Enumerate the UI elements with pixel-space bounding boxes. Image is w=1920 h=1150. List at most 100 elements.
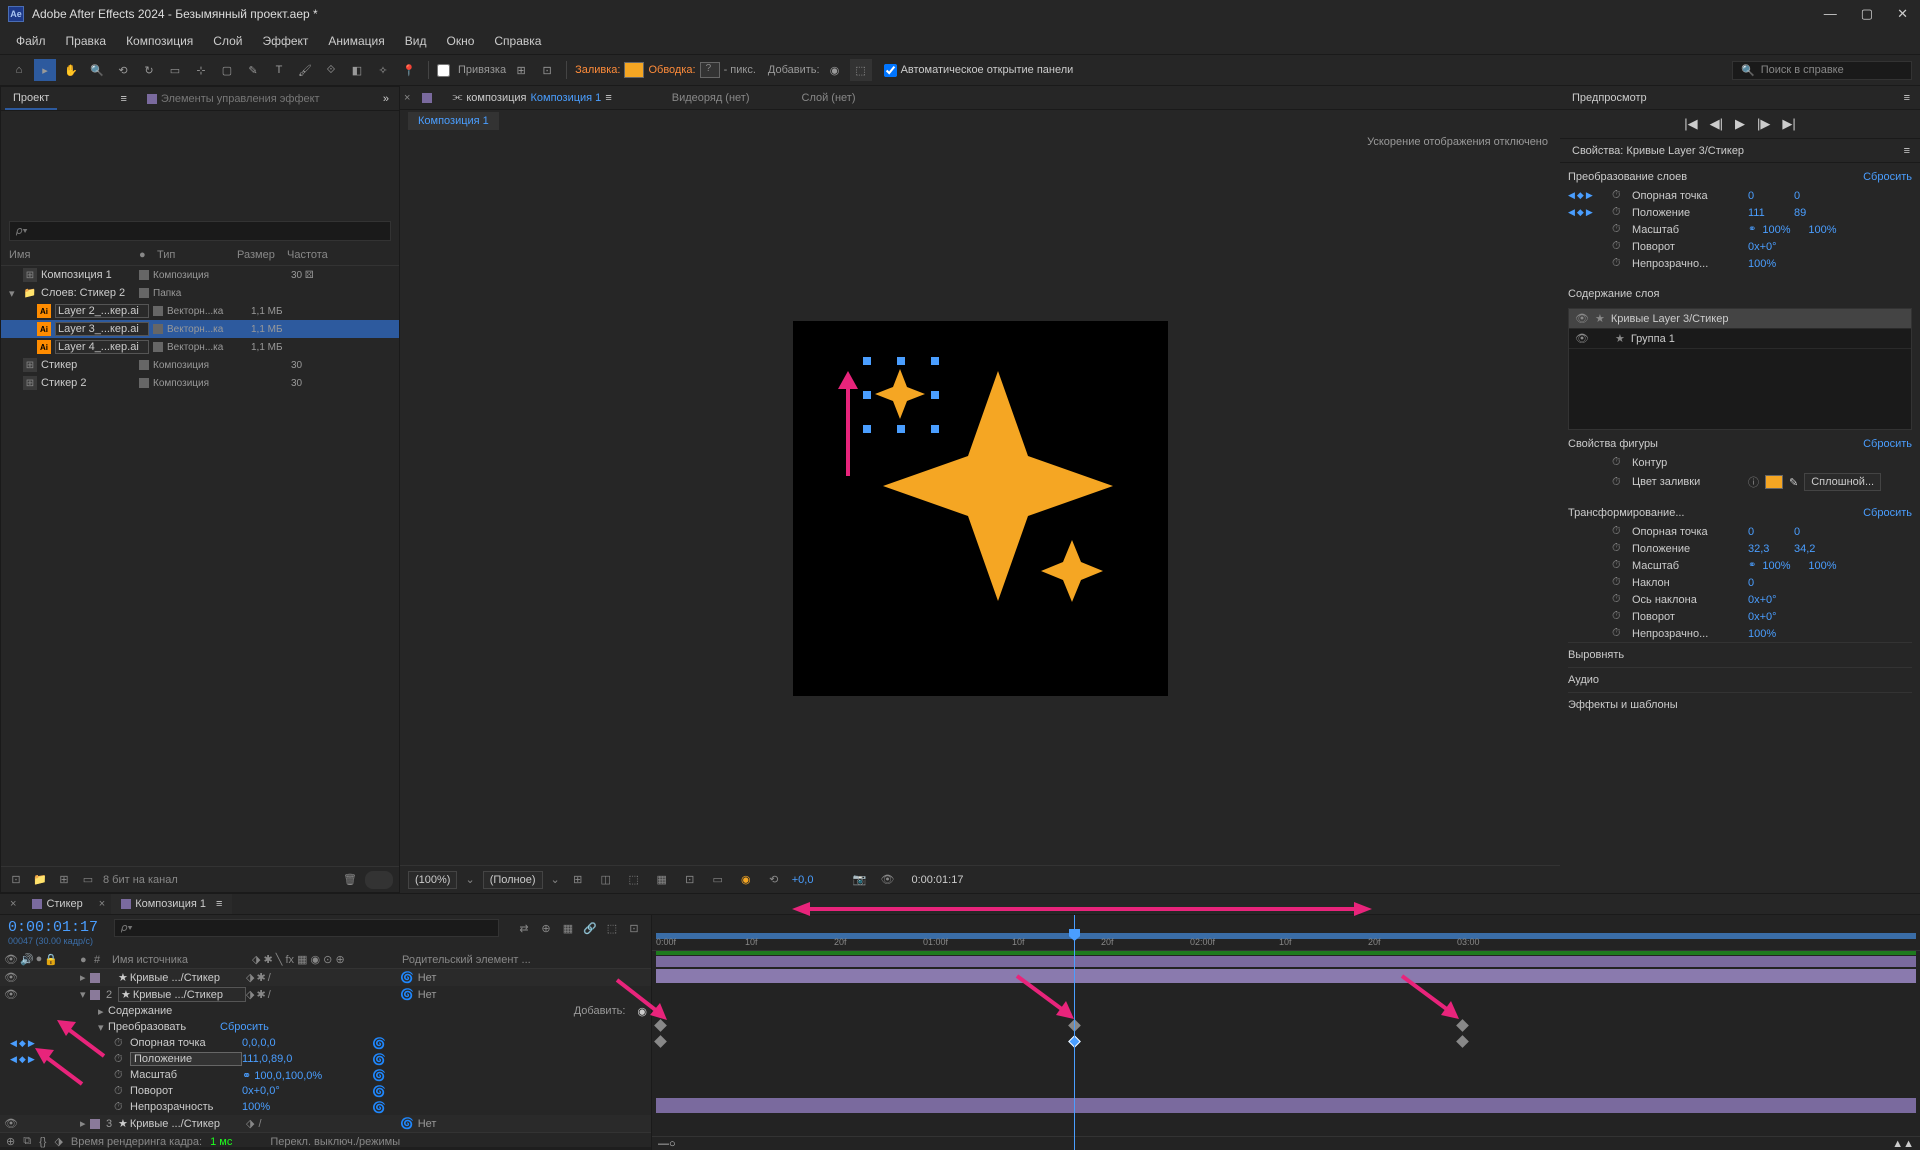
keyframe[interactable]: [654, 1035, 667, 1048]
label-color[interactable]: [153, 306, 163, 316]
kf-diamond-icon[interactable]: ◆: [19, 1054, 26, 1065]
clone-tool[interactable]: ⟐: [320, 59, 342, 81]
menu-window[interactable]: Окно: [438, 30, 482, 52]
rotation2-val[interactable]: 0x+0°: [1748, 611, 1788, 623]
guides-icon[interactable]: ▭: [708, 870, 728, 890]
shape-reset[interactable]: Сбросить: [1863, 438, 1912, 450]
stopwatch-icon[interactable]: ⏱: [1612, 610, 1626, 623]
property-value[interactable]: 0,0,0,0: [242, 1037, 372, 1049]
layer-name[interactable]: ★ Кривые .../Стикер: [118, 971, 246, 984]
timeline-layer-row[interactable]: 👁 ▸ 3 ★ Кривые .../Стикер ⬗/ 🌀Нет: [0, 1115, 651, 1132]
layer-name[interactable]: ★ Кривые .../Стикер: [118, 1117, 246, 1130]
menu-help[interactable]: Справка: [486, 30, 549, 52]
orbit-tool[interactable]: ⟲: [112, 59, 134, 81]
stopwatch-icon[interactable]: ⏱: [1612, 593, 1626, 606]
project-item[interactable]: Ai Layer 2_...кер.ai Векторн...ка 1,1 МБ: [1, 302, 399, 320]
bpc-toggle[interactable]: ▭: [79, 871, 97, 889]
zoom-dd-arrow[interactable]: ⌄: [465, 873, 474, 886]
timeline-ruler[interactable]: 0:00f10f20f01:00f10f20f02:00f10f20f03:00: [652, 915, 1920, 951]
pickwhip-icon[interactable]: 🌀: [400, 988, 414, 1001]
selection-handle[interactable]: [863, 425, 871, 433]
stopwatch-icon[interactable]: ⏱: [1612, 542, 1626, 555]
tl-content-row[interactable]: ▸ Содержание Добавить: ◉: [0, 1003, 651, 1019]
selection-handle[interactable]: [931, 357, 939, 365]
tl-foot-icon[interactable]: {}: [39, 1136, 46, 1148]
selection-handle[interactable]: [863, 357, 871, 365]
project-search[interactable]: [9, 221, 391, 241]
project-item[interactable]: ⊞ Стикер Композиция 30: [1, 356, 399, 374]
layer-name[interactable]: ★ Кривые .../Стикер: [118, 987, 246, 1002]
anchor2-x[interactable]: 0: [1748, 526, 1788, 538]
stopwatch-icon[interactable]: ⏱: [1612, 456, 1626, 469]
expression-icon[interactable]: 🌀: [372, 1101, 386, 1114]
prev-frame-button[interactable]: ◀|: [1710, 116, 1723, 132]
transform2-reset[interactable]: Сбросить: [1863, 507, 1912, 519]
bpc-label[interactable]: 8 бит на канал: [103, 874, 178, 886]
show-snapshot-icon[interactable]: 👁: [877, 870, 897, 890]
hand-tool[interactable]: ✋: [60, 59, 82, 81]
expression-icon[interactable]: 🌀: [372, 1085, 386, 1098]
timeline-nav-scroll[interactable]: —○▲▲: [652, 1136, 1920, 1150]
twirl-icon[interactable]: ▸: [80, 971, 90, 984]
kf-diamond-icon[interactable]: ◆: [19, 1038, 26, 1049]
anchor-x[interactable]: 0: [1748, 190, 1788, 202]
bezier-toggle[interactable]: ⬚: [850, 59, 872, 81]
parent-val[interactable]: Нет: [418, 972, 437, 984]
stopwatch-icon[interactable]: ⏱: [114, 1101, 130, 1114]
menu-composition[interactable]: Композиция: [118, 30, 201, 52]
search-footer-icon[interactable]: [365, 871, 393, 889]
toggle-switches[interactable]: Перекл. выключ./режимы: [270, 1136, 400, 1148]
snap-checkbox[interactable]: [437, 64, 450, 77]
add-menu-icon[interactable]: ◉: [637, 1005, 647, 1018]
tl-foot-icon[interactable]: ⬗: [54, 1135, 62, 1148]
preview-menu[interactable]: ≡: [1898, 92, 1916, 104]
info-icon[interactable]: ⓘ: [1748, 474, 1759, 490]
timeline-layer-row[interactable]: 👁 ▾ 2 ★ Кривые .../Стикер ⬗✱/ 🌀Нет: [0, 986, 651, 1003]
next-kf-icon[interactable]: ▶: [28, 1038, 35, 1049]
property-value[interactable]: 0x+0,0°: [242, 1085, 372, 1097]
menu-file[interactable]: Файл: [8, 30, 54, 52]
fill-mode-dropdown[interactable]: Сплошной...: [1804, 473, 1881, 491]
label-color[interactable]: [139, 360, 149, 370]
comp-tab[interactable]: ⫘ композиция Композиция 1 ≡: [444, 87, 619, 108]
pos2-x[interactable]: 32,3: [1748, 543, 1788, 555]
parent-val[interactable]: Нет: [418, 989, 437, 1001]
label-color[interactable]: [90, 990, 100, 1000]
next-kf[interactable]: ▶: [1586, 207, 1593, 218]
comp-close-x[interactable]: ×: [404, 92, 410, 104]
selection-handle[interactable]: [897, 425, 905, 433]
visibility-icon[interactable]: 👁: [1575, 312, 1589, 325]
project-item[interactable]: ▾ 📁 Слоев: Стикер 2 Папка: [1, 284, 399, 302]
roto-tool[interactable]: ✧: [372, 59, 394, 81]
twirl-icon[interactable]: ▸: [80, 1117, 90, 1130]
add-button[interactable]: ◉: [824, 59, 846, 81]
timeline-tab-sticker[interactable]: Стикер: [22, 894, 92, 914]
audio-section[interactable]: Аудио: [1568, 667, 1912, 692]
parent-val[interactable]: Нет: [418, 1118, 437, 1130]
res-dd-arrow[interactable]: ⌄: [551, 873, 560, 886]
kf-diamond[interactable]: ◆: [1577, 207, 1584, 218]
visibility-icon[interactable]: 👁: [4, 971, 16, 984]
tl-opt-icon[interactable]: ⊡: [625, 919, 643, 937]
twirl-icon[interactable]: ▾: [98, 1021, 108, 1034]
link-icon[interactable]: ⚭: [1748, 560, 1756, 571]
stopwatch-icon[interactable]: ⏱: [1612, 576, 1626, 589]
region-icon[interactable]: ⬚: [624, 870, 644, 890]
timeline-property-row[interactable]: ◀◆▶ ⏱ Опорная точка 0,0,0,0 🌀: [0, 1035, 651, 1051]
timeline-layer-row[interactable]: 👁 ▸ ★ Кривые .../Стикер ⬗✱/ 🌀Нет: [0, 969, 651, 986]
resolution-dropdown[interactable]: (Полное): [483, 871, 543, 889]
expression-icon[interactable]: 🌀: [372, 1053, 386, 1066]
last-frame-button[interactable]: ▶|: [1782, 116, 1795, 132]
composition-canvas[interactable]: [793, 321, 1168, 696]
label-color[interactable]: [153, 324, 163, 334]
tl-opt-icon[interactable]: ⬚: [603, 919, 621, 937]
layer-bar[interactable]: [656, 1098, 1916, 1113]
channel-icon[interactable]: ▦: [652, 870, 672, 890]
tl-foot-icon[interactable]: ⊕: [6, 1135, 15, 1148]
effects-section[interactable]: Эффекты и шаблоны: [1568, 692, 1912, 717]
playhead[interactable]: [1074, 915, 1075, 1150]
help-search[interactable]: 🔍 Поиск в справке: [1732, 61, 1912, 80]
stopwatch-icon[interactable]: ⏱: [114, 1037, 130, 1050]
timeline-property-row[interactable]: ◀◆▶ ⏱ Положение 111,0,89,0 🌀: [0, 1051, 651, 1067]
color-mgmt-icon[interactable]: ◉: [736, 870, 756, 890]
